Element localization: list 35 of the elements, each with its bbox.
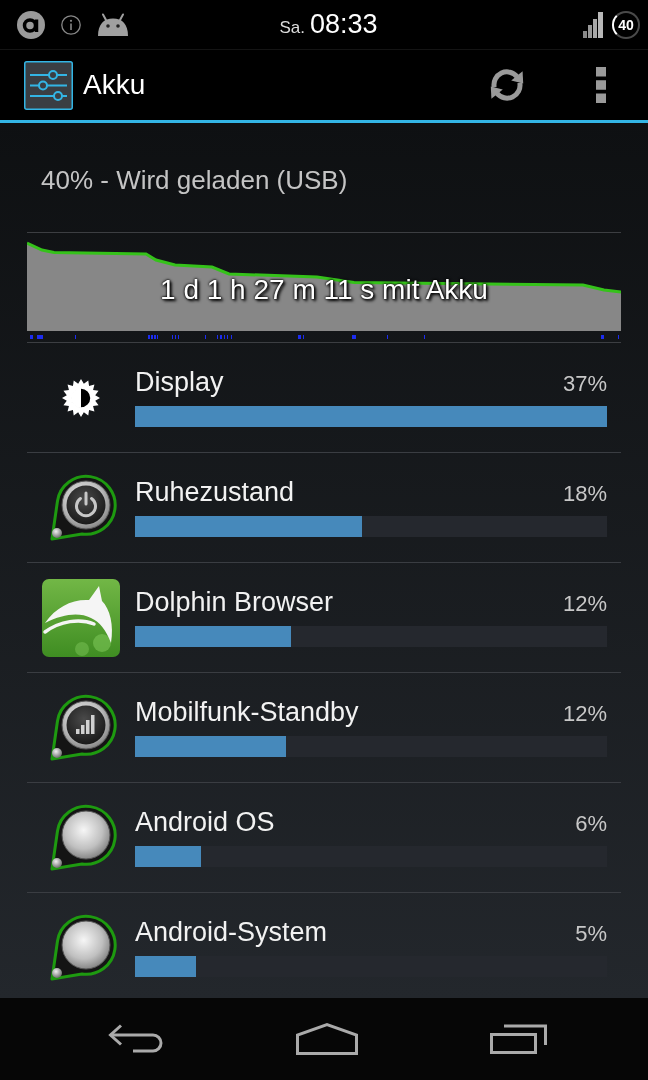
refresh-button[interactable]	[488, 66, 526, 104]
recent-apps-icon	[490, 1024, 548, 1054]
usage-label: Ruhezustand	[135, 476, 295, 509]
info-icon	[61, 14, 81, 35]
refresh-icon	[488, 66, 526, 104]
recent-apps-button[interactable]	[490, 1024, 548, 1054]
status-day: Sa.	[279, 18, 305, 38]
home-button[interactable]	[296, 1023, 358, 1055]
status-time: 08:33	[309, 9, 378, 40]
usage-percent: 12%	[562, 590, 607, 618]
screen-title: Akku	[83, 69, 146, 101]
usage-percent: 18%	[562, 480, 607, 508]
charge-status-text: 40% - Wird geladen (USB)	[41, 164, 349, 197]
usage-percent: 5%	[575, 920, 607, 948]
home-icon	[296, 1023, 358, 1055]
signal-strength-icon	[583, 11, 603, 38]
usage-label: Android-System	[135, 916, 328, 949]
usage-label: Dolphin Browser	[135, 586, 334, 619]
usage-percent: 6%	[575, 810, 607, 838]
usage-label: Android OS	[135, 806, 275, 839]
back-button[interactable]	[108, 1024, 164, 1054]
usage-label: Mobilfunk-Standby	[135, 696, 359, 729]
overflow-menu-button[interactable]	[596, 67, 606, 103]
back-icon	[108, 1024, 164, 1054]
usage-percent: 37%	[562, 370, 607, 398]
settings-sliders-icon[interactable]	[24, 60, 73, 110]
battery-level-indicator: 40	[612, 10, 640, 39]
overflow-menu-icon	[596, 67, 606, 103]
usage-label: Display	[135, 366, 224, 399]
android-head-icon	[97, 12, 129, 37]
app-notification-icon	[17, 10, 45, 39]
usage-percent: 12%	[562, 700, 607, 728]
brightness-icon	[62, 378, 100, 417]
battery-history-graph[interactable]	[27, 240, 621, 331]
dolphin-app-icon	[42, 578, 120, 657]
